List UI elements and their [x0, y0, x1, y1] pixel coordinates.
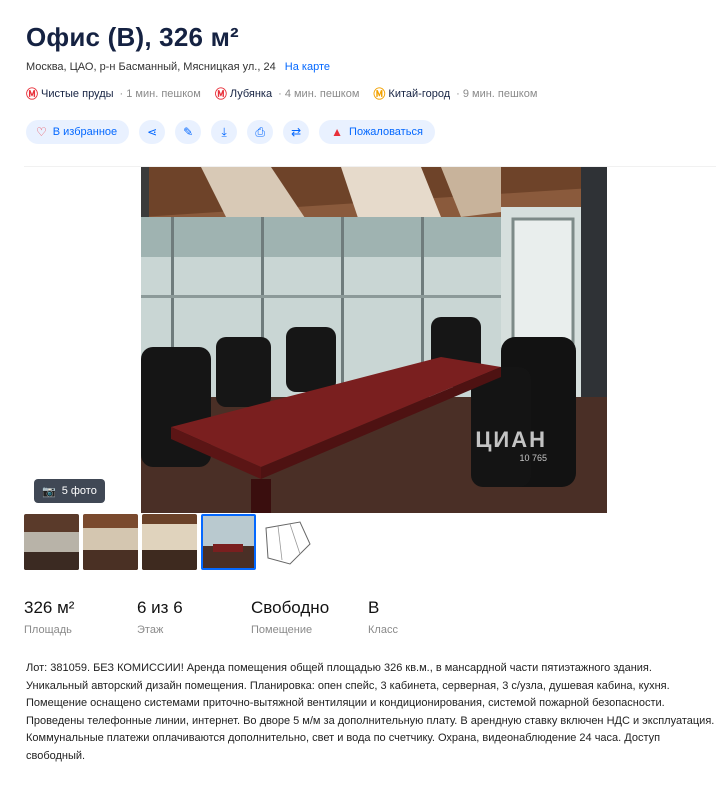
camera-icon: 📷 [42, 485, 56, 498]
map-link[interactable]: На карте [285, 61, 330, 73]
photo-count-badge[interactable]: 📷 5 фото [34, 479, 105, 503]
share-button[interactable]: ⋖ [139, 120, 166, 144]
stat-value: 6 из 6 [137, 598, 183, 617]
listing-description: Лот: 381059. БЕЗ КОМИССИИ! Аренда помеще… [26, 662, 715, 762]
thumbnail-active[interactable] [201, 514, 256, 570]
address-text: Москва, ЦАО, р-н Басманный, Мясницкая ул… [26, 61, 276, 73]
heart-icon: ♡ [36, 125, 47, 139]
compare-icon: ⇄ [291, 125, 302, 139]
thumbnail[interactable] [142, 514, 197, 570]
metro-station-name: Лубянка [229, 87, 273, 100]
add-to-favorites-button[interactable]: ♡ В избранное [26, 120, 130, 144]
stat-label: Этаж [137, 624, 164, 636]
stat-area: 326 м² Площадь [24, 598, 137, 636]
stat-floor: 6 из 6 Этаж [137, 598, 251, 636]
print-button[interactable]: ⎙ [247, 120, 274, 144]
stat-label: Площадь [24, 624, 72, 636]
thumbnail-image [24, 514, 79, 570]
thumbnail-strip [24, 514, 315, 570]
metro-station[interactable]: Ⓜ Китай-город · 9 мин. пешком [373, 85, 537, 102]
complain-button[interactable]: ▲ Пожаловаться [319, 120, 435, 144]
page-title: Офис (B), 326 м² [26, 22, 239, 52]
metro-list: Ⓜ Чистые пруды · 1 мин. пешком Ⓜ Лубянка… [26, 85, 537, 102]
complain-label: Пожаловаться [349, 126, 423, 138]
metro-icon: Ⓜ [373, 87, 386, 101]
compare-button[interactable]: ⇄ [283, 120, 310, 144]
cian-watermark: ЦИАН 10 765 [475, 427, 547, 463]
print-icon: ⎙ [255, 124, 265, 139]
stat-label: Класс [368, 624, 398, 636]
thumbnail-image [83, 514, 138, 570]
main-photo[interactable]: ЦИАН 10 765 [141, 167, 607, 513]
share-icon: ⋖ [147, 125, 158, 139]
photo-count-label: 5 фото [61, 485, 97, 497]
stat-class: B Класс [368, 598, 428, 636]
thumbnail-floorplan[interactable] [260, 514, 315, 570]
thumbnail-image [203, 516, 254, 568]
metro-icon: Ⓜ [26, 87, 39, 101]
metro-station[interactable]: Ⓜ Лубянка · 4 мин. пешком [215, 85, 360, 102]
stat-value: B [368, 598, 380, 617]
metro-walk-time: · 9 мин. пешком [456, 87, 538, 100]
thumbnail-image [142, 514, 197, 570]
action-bar: ♡ В избранное ⋖ ✎ ⤓ ⎙ ⇄ ▲ Пожаловаться [26, 120, 435, 144]
floor-plan-image [260, 514, 315, 570]
metro-station[interactable]: Ⓜ Чистые пруды · 1 мин. пешком [26, 85, 201, 102]
watermark-id: 10 765 [519, 453, 547, 463]
metro-icon: Ⓜ [214, 87, 227, 101]
thumbnail[interactable] [83, 514, 138, 570]
stat-premises: Свободно Помещение [251, 598, 368, 636]
edit-icon: ✎ [183, 125, 194, 139]
stat-value: 326 м² [24, 598, 75, 617]
metro-walk-time: · 1 мин. пешком [119, 87, 201, 100]
thumbnail[interactable] [24, 514, 79, 570]
metro-walk-time: · 4 мин. пешком [278, 87, 360, 100]
metro-station-name: Китай-город [388, 87, 451, 100]
photo-gallery: ЦИАН 10 765 📷 5 фото [24, 166, 716, 513]
stat-label: Помещение [251, 624, 313, 636]
download-icon: ⤓ [221, 124, 227, 139]
favorites-label: В избранное [52, 126, 118, 138]
listing-page: Офис (B), 326 м² Москва, ЦАО, р-н Басман… [0, 0, 720, 794]
download-button[interactable]: ⤓ [211, 120, 238, 144]
warning-icon: ▲ [331, 125, 344, 139]
key-stats: 326 м² Площадь 6 из 6 Этаж Свободно Поме… [24, 598, 428, 636]
address: Москва, ЦАО, р-н Басманный, Мясницкая ул… [26, 61, 330, 73]
watermark-text: ЦИАН [475, 427, 547, 452]
edit-button[interactable]: ✎ [175, 120, 202, 144]
stat-value: Свободно [251, 598, 330, 617]
metro-station-name: Чистые пруды [41, 87, 114, 100]
